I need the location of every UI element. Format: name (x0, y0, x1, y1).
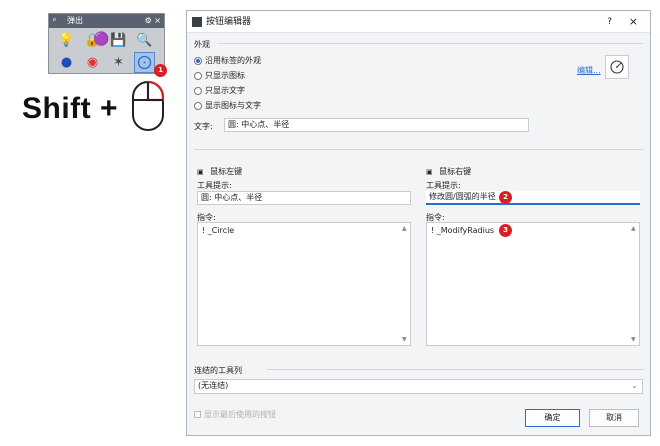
dialog-title: 按钮编辑器 (206, 17, 252, 27)
dialog-titlebar: 按钮编辑器 ? × (187, 11, 650, 33)
mouse-left-icon: ▣ (197, 168, 204, 176)
zoom-icon[interactable]: 🔍 (134, 30, 155, 51)
linked-toolbar-label: 连结的工具列 (194, 366, 242, 375)
scroll-up-icon[interactable]: ▲ (631, 225, 636, 232)
right-tooltip-field[interactable]: 修改圆/圆弧的半径 (426, 191, 640, 205)
popup-title: 弹出 (66, 16, 83, 25)
star-icon[interactable]: ✶ (108, 52, 129, 73)
radio-button[interactable] (194, 86, 202, 95)
radio-button[interactable] (194, 101, 202, 110)
text-field-label: 文字: (194, 122, 213, 131)
sphere-alt-icon[interactable]: 🟣 (93, 32, 109, 47)
divider (217, 43, 643, 44)
save-icon[interactable]: 💾 (108, 30, 129, 51)
radio-text-only[interactable]: 只显示文字 (194, 85, 245, 96)
step-badge-2: 2 (499, 191, 512, 204)
show-last-used-checkbox[interactable]: 显示最后使用的按钮 (194, 409, 276, 420)
circle-radius-icon (610, 60, 624, 74)
lightbulb-icon[interactable]: 💡 (56, 30, 77, 51)
scroll-up-icon[interactable]: ▲ (402, 225, 407, 232)
chevron-down-icon: ⌄ (631, 381, 638, 390)
left-command-textarea[interactable]: ! _Circle (197, 222, 411, 346)
radio-icon-only[interactable]: 只显示图标 (194, 70, 245, 81)
edit-icon-link[interactable]: 编辑... (577, 65, 601, 76)
right-mouse-header: ▣ 鼠标右键 (426, 167, 472, 176)
circle-radius-icon[interactable] (134, 52, 155, 73)
right-command-textarea[interactable]: ! _ModifyRadius (426, 222, 640, 346)
divider (194, 149, 644, 150)
popup-title-bar[interactable]: ᵖ 弹出 ⚙ × (49, 14, 164, 28)
divider (267, 369, 644, 370)
step-badge-3: 3 (499, 224, 512, 237)
help-button[interactable]: ? (607, 11, 612, 33)
step-badge-1: 1 (154, 64, 167, 77)
left-mouse-header: ▣ 鼠标左键 (197, 167, 243, 176)
button-editor-dialog: 按钮编辑器 ? × 外观 沿用标签的外观 只显示图标 只显示文字 显示图标与文字… (186, 10, 651, 436)
popup-settings-icon[interactable]: ⚙ × (145, 14, 161, 28)
radio-use-label-appearance[interactable]: 沿用标签的外观 (194, 55, 261, 66)
shift-label: Shift + (22, 92, 119, 125)
appearance-section-label: 外观 (194, 40, 210, 49)
screen: ᵖ 弹出 ⚙ × 💡 🔒 💾 🔍 ● ◉ ✶ 🟣 1 Shift + 按钮编辑器… (0, 0, 660, 446)
scroll-down-icon[interactable]: ▼ (402, 336, 407, 343)
popup-toolbar: ᵖ 弹出 ⚙ × 💡 🔒 💾 🔍 ● ◉ ✶ 🟣 1 (48, 13, 167, 77)
left-command-text: ! _Circle (202, 226, 235, 235)
right-command-text: ! _ModifyRadius (431, 226, 495, 235)
radio-button[interactable] (194, 71, 202, 80)
radio-button[interactable] (194, 56, 202, 65)
mouse-right-icon: ▣ (426, 168, 433, 176)
left-tooltip-field[interactable]: 圆: 中心点、半径 (197, 191, 411, 205)
app-icon (192, 17, 202, 27)
ok-button[interactable]: 确定 (525, 409, 580, 427)
pin-icon[interactable]: ᵖ (53, 16, 56, 25)
checkbox[interactable] (194, 411, 201, 418)
icon-preview[interactable] (605, 55, 629, 79)
sphere-icon[interactable]: ● (56, 52, 77, 73)
color-wheel-icon[interactable]: ◉ (82, 52, 103, 73)
linked-toolbar-select[interactable]: (无连结) ⌄ (194, 379, 643, 394)
close-button[interactable]: × (629, 11, 638, 33)
right-tooltip-label: 工具提示: (426, 181, 461, 190)
mouse-right-click-icon (132, 80, 165, 131)
radio-icon-and-text[interactable]: 显示图标与文字 (194, 100, 261, 111)
cancel-button[interactable]: 取消 (589, 409, 639, 427)
text-field[interactable]: 圆: 中心点、半径 (224, 118, 529, 132)
left-tooltip-label: 工具提示: (197, 181, 232, 190)
scroll-down-icon[interactable]: ▼ (631, 336, 636, 343)
